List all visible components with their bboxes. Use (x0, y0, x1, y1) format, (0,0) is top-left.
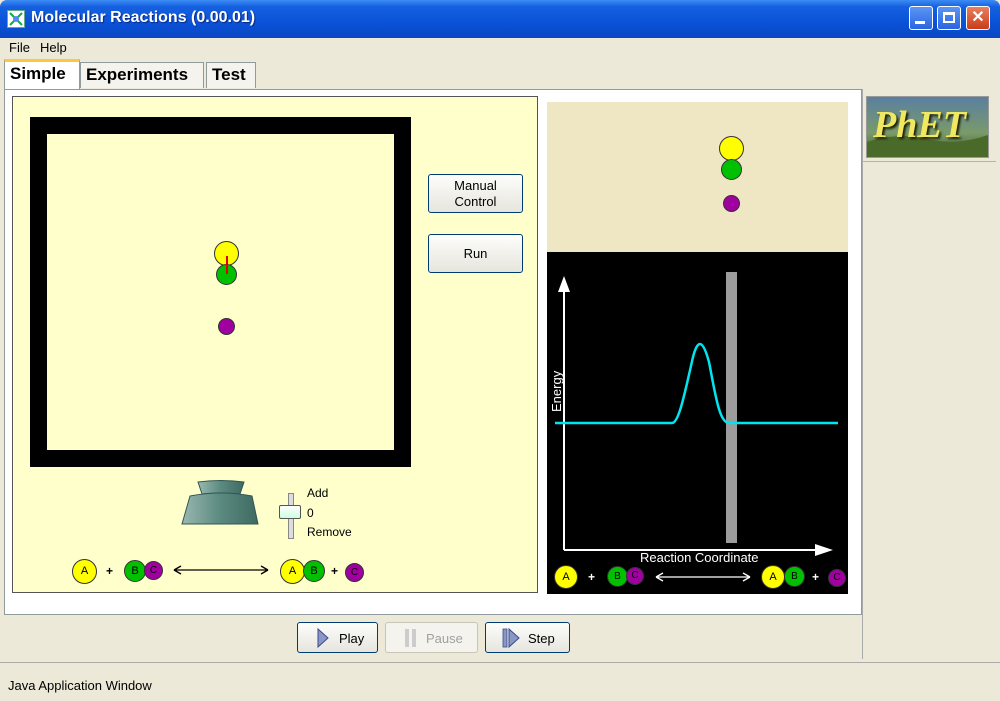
play-icon (317, 628, 329, 648)
chart-eq-product-c: C (828, 569, 846, 587)
manual-control-label-line1: Manual (454, 178, 497, 193)
menu-bar: File Help (4, 38, 996, 58)
eq-product-b: B (303, 560, 325, 582)
slider-remove-label: Remove (307, 525, 352, 539)
minimize-icon (915, 21, 925, 24)
molecule-detail-view (547, 102, 848, 252)
pause-button[interactable]: Pause (385, 622, 478, 653)
status-bar: Java Application Window (0, 662, 1000, 701)
phet-logo[interactable]: PhET (866, 96, 989, 158)
step-icon (502, 628, 520, 648)
maximize-icon (943, 12, 955, 23)
eq-molecule-c: C (144, 561, 163, 580)
play-button[interactable]: Play (297, 622, 378, 653)
slider-add-label: Add (307, 486, 329, 500)
step-button[interactable]: Step (485, 622, 570, 653)
eq-plus-2: + (331, 564, 339, 578)
pause-icon (405, 629, 416, 647)
run-button[interactable]: Run (428, 234, 523, 273)
reaction-coordinate-marker (726, 272, 737, 543)
chart-eq-molecule-a: A (554, 565, 578, 589)
energy-axis-label: Energy (549, 370, 564, 412)
pause-label: Pause (426, 631, 463, 646)
chart-eq-molecule-c: C (626, 567, 644, 585)
tab-test[interactable]: Test (206, 62, 256, 88)
close-icon: ✕ (971, 9, 985, 26)
step-label: Step (528, 631, 555, 646)
phet-logo-text: PhET (873, 104, 966, 146)
side-panel (862, 89, 996, 659)
play-label: Play (339, 631, 365, 646)
x-axis-arrow (815, 544, 833, 556)
reaction-bond-indicator (226, 256, 228, 274)
pump-icon[interactable] (178, 480, 264, 528)
chart-eq-plus-1: + (588, 570, 596, 584)
app-icon (7, 10, 25, 28)
window-title: Molecular Reactions (0.00.01) (31, 9, 256, 26)
chart-eq-molecule-b: B (607, 566, 628, 587)
molecule-c[interactable] (218, 318, 235, 335)
title-bar: Molecular Reactions (0.00.01) ✕ (0, 0, 1000, 38)
status-text: Java Application Window (8, 678, 152, 693)
energy-chart (555, 272, 838, 556)
reaction-box (47, 134, 394, 450)
menu-file[interactable]: File (9, 40, 30, 55)
eq-molecule-a: A (72, 559, 97, 584)
menu-help[interactable]: Help (40, 40, 67, 55)
energy-curve (555, 342, 838, 425)
chart-eq-plus-2: + (812, 570, 820, 584)
chart-equilibrium-arrow-icon (655, 572, 751, 582)
manual-control-button[interactable]: Manual Control (428, 174, 523, 213)
equilibrium-arrow-icon (173, 565, 269, 575)
reaction-coordinate-label: Reaction Coordinate (640, 550, 759, 565)
y-axis-arrow (558, 276, 570, 292)
eq-plus-1: + (106, 564, 114, 578)
detail-molecule-c (723, 195, 740, 212)
side-panel-divider (862, 161, 996, 162)
manual-control-label-line2: Control (454, 194, 497, 209)
detail-molecule-a (719, 136, 744, 161)
molecule-slider-thumb[interactable] (279, 505, 301, 519)
maximize-button[interactable] (937, 6, 961, 30)
chart-eq-product-a: A (761, 565, 785, 589)
eq-molecule-b: B (124, 560, 146, 582)
tab-simple[interactable]: Simple (4, 59, 80, 89)
tab-experiments[interactable]: Experiments (80, 62, 204, 88)
eq-product-c: C (345, 563, 364, 582)
chart-eq-product-b: B (784, 566, 805, 587)
slider-zero-label: 0 (307, 506, 314, 520)
close-button[interactable]: ✕ (966, 6, 990, 30)
minimize-button[interactable] (909, 6, 933, 30)
eq-product-a: A (280, 559, 305, 584)
detail-molecule-b (721, 159, 742, 180)
